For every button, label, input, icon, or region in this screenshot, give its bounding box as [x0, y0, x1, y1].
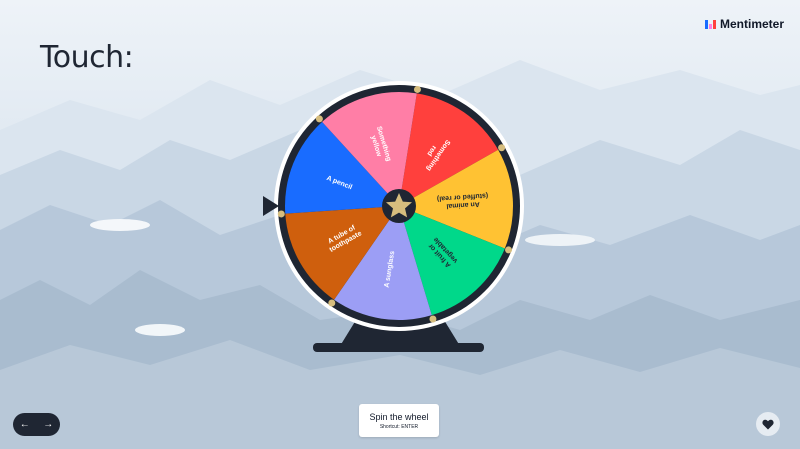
spin-button-label: Spin the wheel	[369, 411, 429, 422]
wheel-peg	[505, 246, 513, 254]
reaction-button[interactable]	[756, 412, 780, 436]
wheel-peg	[429, 315, 437, 323]
wheel-stand-base	[313, 343, 484, 352]
wheel-peg	[328, 299, 336, 307]
wheel-peg	[413, 85, 421, 93]
slide-navigation: ← →	[13, 413, 60, 436]
arrow-right-icon[interactable]: →	[40, 419, 56, 430]
arrow-left-icon[interactable]: ←	[17, 419, 33, 430]
heart-icon	[762, 419, 774, 429]
wheel-peg	[315, 115, 323, 123]
wheel-peg	[277, 210, 285, 218]
spin-shortcut-hint: Shortcut: ENTER	[379, 423, 419, 430]
spinner-wheel[interactable]: SomethingredAn animal(stuffed or real)A …	[0, 0, 800, 449]
wheel-peg	[498, 144, 506, 152]
spin-wheel-button[interactable]: Spin the wheel Shortcut: ENTER	[359, 404, 439, 437]
